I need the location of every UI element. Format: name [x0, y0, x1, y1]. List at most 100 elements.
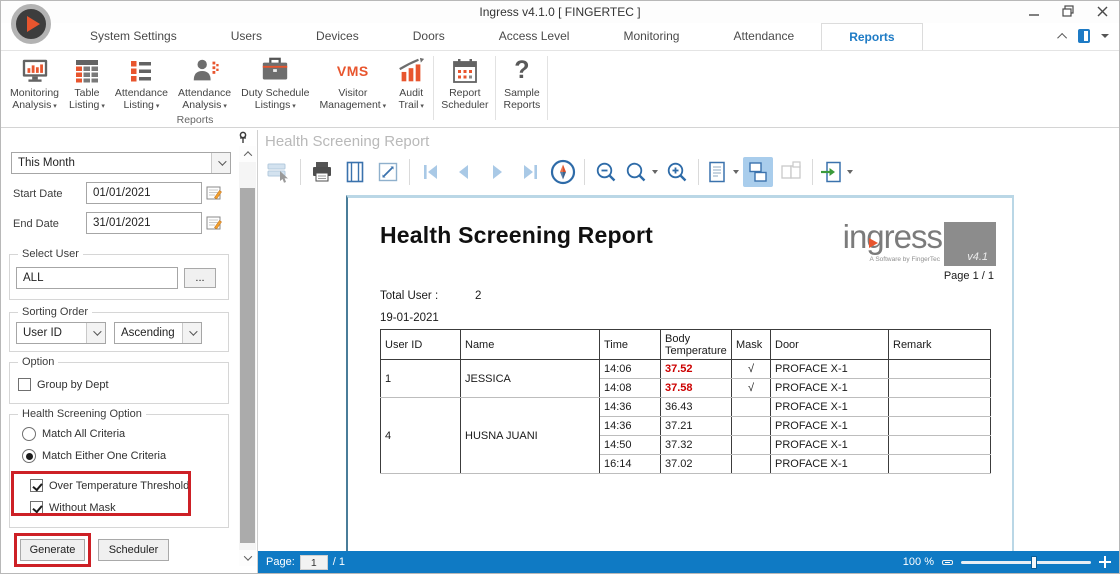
total-user-value: 2: [475, 290, 482, 302]
page-number-input[interactable]: 1: [299, 554, 328, 570]
zoom-level-dropdown-icon[interactable]: [652, 170, 658, 174]
style-dropdown-icon[interactable]: [1101, 34, 1109, 38]
first-page-button: [416, 157, 446, 187]
ribbon-separator: [433, 56, 435, 120]
zoom-out-button[interactable]: [591, 157, 621, 187]
export-dropdown-icon[interactable]: [847, 170, 853, 174]
print-button[interactable]: [307, 157, 337, 187]
scheduler-button[interactable]: Scheduler: [98, 539, 169, 561]
start-date-input[interactable]: 01/01/2021: [86, 182, 202, 204]
restore-button[interactable]: [1059, 3, 1077, 19]
end-date-input[interactable]: 31/01/2021: [86, 212, 202, 234]
ribbon-audit-trail-button[interactable]: Audit Trail ▾: [391, 54, 431, 113]
report-scheduler-icon: [451, 54, 479, 87]
ribbon-attendance-listing-button[interactable]: Attendance Listing ▾: [110, 54, 173, 113]
sidebar-scrollbar[interactable]: [239, 146, 256, 566]
app-style-icon[interactable]: [1078, 29, 1090, 43]
zoom-in-button[interactable]: [662, 157, 692, 187]
report-viewer: Health Screening Report Health Screening…: [258, 130, 1119, 573]
duty-schedule-icon: [260, 54, 290, 87]
page-setup-button[interactable]: [340, 157, 370, 187]
match-either-one-criteria-radio[interactable]: Match Either One Criteria: [22, 449, 166, 463]
continuous-layout-button[interactable]: [743, 157, 773, 187]
ribbon-table-listing-button[interactable]: Table Listing ▾: [64, 54, 110, 113]
zoom-increase-button[interactable]: [1099, 556, 1111, 568]
page-layout-button[interactable]: [705, 157, 729, 187]
zoom-slider[interactable]: [961, 555, 1091, 569]
zoom-slider-thumb[interactable]: [1031, 555, 1038, 569]
ingress-logo-text: ingress: [842, 218, 943, 255]
generate-button[interactable]: Generate: [20, 539, 85, 561]
ribbon-button-label: Report Scheduler: [441, 87, 489, 111]
logo-version-box: v4.1: [944, 222, 996, 266]
scroll-down-button[interactable]: [239, 550, 256, 566]
tab-system-settings[interactable]: System Settings: [63, 23, 204, 50]
total-user-label: Total User :: [380, 290, 439, 302]
column-header-door: Door: [770, 329, 889, 360]
ribbon-duty-schedule-listings-button[interactable]: Duty Schedule Listings ▾: [236, 54, 314, 113]
tab-attendance[interactable]: Attendance: [706, 23, 821, 50]
tab-doors[interactable]: Doors: [386, 23, 472, 50]
health-screening-title: Health Screening Option: [18, 408, 146, 420]
without-mask-checkbox[interactable]: Without Mask: [30, 501, 116, 514]
dropdown-arrow-icon: ▾: [418, 103, 424, 110]
ribbon-monitoring-analysis-button[interactable]: Monitoring Analysis ▾: [5, 54, 64, 113]
period-select[interactable]: This Month: [11, 152, 231, 174]
minimize-button[interactable]: [1025, 3, 1043, 19]
tab-reports[interactable]: Reports: [821, 23, 923, 50]
select-tool-button: [264, 157, 294, 187]
match-all-criteria-radio[interactable]: Match All Criteria: [22, 427, 125, 441]
ribbon-button-label: Duty Schedule Listings ▾: [241, 87, 310, 111]
document-area[interactable]: Health Screening Report ingress v4.1 A S…: [258, 191, 1119, 551]
scroll-up-button[interactable]: [239, 146, 256, 162]
multipage-layout-button: [776, 157, 806, 187]
browse-users-button[interactable]: ...: [184, 268, 216, 288]
end-date-calendar-icon[interactable]: [205, 214, 223, 237]
zoom-level-button[interactable]: [624, 157, 648, 187]
checkbox-checked-icon: [30, 501, 43, 514]
collapse-ribbon-icon[interactable]: [1057, 32, 1068, 43]
page-label: Page:: [266, 556, 295, 568]
title-bar: Ingress v4.1.0 [ FINGERTEC ]: [1, 1, 1119, 44]
zoom-decrease-button[interactable]: [942, 559, 953, 565]
ribbon-report-scheduler-button[interactable]: Report Scheduler: [436, 54, 493, 111]
last-page-button: [515, 157, 545, 187]
column-header-mask: Mask: [731, 329, 771, 360]
tab-access-level[interactable]: Access Level: [472, 23, 597, 50]
dropdown-arrow-icon: ▾: [99, 103, 105, 110]
ribbon-button-label: Attendance Analysis ▾: [178, 87, 232, 111]
select-user-input[interactable]: ALL: [16, 267, 178, 289]
sort-field-select[interactable]: User ID: [16, 322, 106, 344]
tab-monitoring[interactable]: Monitoring: [596, 23, 706, 50]
group-by-dept-checkbox[interactable]: Group by Dept: [18, 378, 109, 391]
app-logo-icon[interactable]: [11, 4, 51, 44]
report-logo: ingress v4.1 A Software by FingerTec Pag…: [776, 218, 996, 294]
ribbon-separator: [547, 56, 549, 120]
ribbon-buttons: Monitoring Analysis ▾ Table Listing ▾ Attend…: [1, 51, 1119, 120]
dropdown-arrow-icon: ▾: [380, 103, 387, 110]
tab-devices[interactable]: Devices: [289, 23, 386, 50]
app-window: Ingress v4.1.0 [ FINGERTEC ] System Sett…: [0, 0, 1120, 574]
navigate-button[interactable]: [548, 157, 578, 187]
ribbon-button-label: Audit Trail ▾: [398, 87, 424, 111]
chevron-down-icon[interactable]: [211, 153, 230, 173]
ribbon-visitor-management-button[interactable]: VMS Visitor Management ▾: [314, 54, 391, 113]
ribbon-sample-reports-button[interactable]: ? Sample Reports: [498, 54, 545, 111]
chevron-down-icon[interactable]: [86, 323, 105, 343]
close-button[interactable]: [1093, 3, 1111, 19]
table-row: 1 JESSICA 14:06 37.52 √ PROFACE X-1: [380, 359, 991, 398]
start-date-calendar-icon[interactable]: [205, 184, 223, 207]
logo-play-icon: [869, 238, 878, 248]
tab-users[interactable]: Users: [204, 23, 289, 50]
column-header-user-id: User ID: [380, 329, 461, 360]
report-options-panel: This Month Start Date 01/01/2021 End Dat…: [1, 130, 258, 573]
sort-direction-select[interactable]: Ascending: [114, 322, 202, 344]
monitoring-analysis-icon: [20, 54, 50, 87]
ribbon-attendance-analysis-button[interactable]: Attendance Analysis ▾: [173, 54, 236, 113]
scrollbar-thumb[interactable]: [240, 188, 255, 543]
zoom-window-button[interactable]: [373, 157, 403, 187]
page-layout-dropdown-icon[interactable]: [733, 170, 739, 174]
export-button[interactable]: [819, 157, 843, 187]
over-temperature-threshold-checkbox[interactable]: Over Temperature Threshold: [30, 479, 189, 492]
chevron-down-icon[interactable]: [182, 323, 201, 343]
